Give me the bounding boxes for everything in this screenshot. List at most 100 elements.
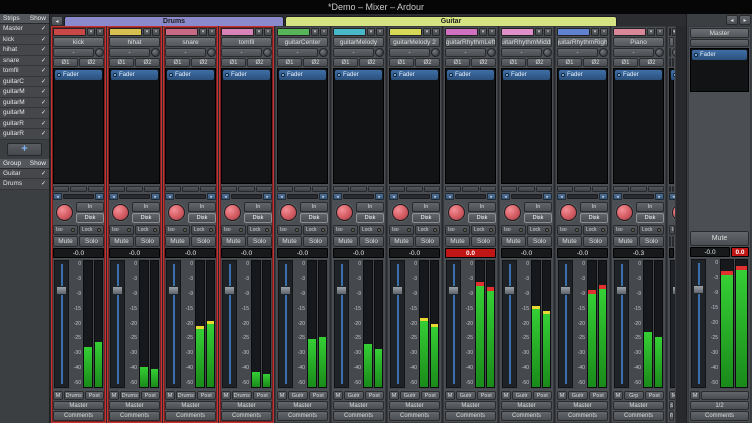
- solo-button[interactable]: Solo: [672, 236, 674, 247]
- sidebar-strip-row[interactable]: tomfil✓: [0, 66, 49, 77]
- fader-processor[interactable]: Fader: [559, 70, 606, 80]
- strip-name-button[interactable]: hihat: [109, 37, 160, 47]
- visibility-check[interactable]: ✓: [41, 46, 46, 53]
- fader-handle[interactable]: [112, 286, 123, 295]
- strip-menu-icon[interactable]: ▾: [143, 28, 151, 36]
- solo-isolate-button[interactable]: Iso: [613, 225, 638, 235]
- group-button[interactable]: Guitr: [344, 391, 364, 400]
- monitor-input-button[interactable]: In: [300, 202, 328, 212]
- master-gain-display[interactable]: -0.0: [690, 247, 730, 257]
- comments-button[interactable]: Comments: [445, 411, 496, 421]
- pan-left-button[interactable]: ◂: [613, 193, 622, 200]
- pan-track[interactable]: [287, 194, 318, 199]
- strip-name-button[interactable]: [669, 37, 674, 47]
- solo-lock-button[interactable]: Lock: [639, 225, 664, 235]
- mute-button[interactable]: Mute: [53, 236, 78, 247]
- pan-right-button[interactable]: ▸: [655, 193, 664, 200]
- pan-left-button[interactable]: ◂: [333, 193, 342, 200]
- strip-menu-icon[interactable]: ▾: [423, 28, 431, 36]
- metering-point-button[interactable]: Post: [253, 391, 273, 400]
- gain-display[interactable]: [669, 248, 674, 258]
- gain-fader[interactable]: [278, 260, 293, 388]
- midi-button[interactable]: M: [669, 391, 676, 400]
- input-button[interactable]: -: [389, 48, 430, 57]
- metering-point-button[interactable]: Post: [197, 391, 217, 400]
- routing-segment[interactable]: [294, 186, 310, 192]
- fader-handle[interactable]: [280, 286, 291, 295]
- strip-menu-icon[interactable]: ▾: [255, 28, 263, 36]
- sidebar-group-row[interactable]: Guitar✓: [0, 169, 49, 180]
- metering-point-button[interactable]: Post: [141, 391, 161, 400]
- output-button[interactable]: Master: [669, 401, 674, 410]
- input-button[interactable]: -: [333, 48, 374, 57]
- processor-box[interactable]: Fader: [613, 68, 664, 184]
- midi-button[interactable]: M: [221, 391, 231, 400]
- polarity-2-button[interactable]: Ø2: [583, 58, 608, 67]
- processor-box[interactable]: Fader: [557, 68, 608, 184]
- solo-button[interactable]: Solo: [415, 236, 440, 247]
- polarity-1-button[interactable]: Ø1: [501, 58, 526, 67]
- fader-processor[interactable]: Fader: [335, 70, 382, 80]
- strip-menu-icon[interactable]: ▾: [479, 28, 487, 36]
- pan-right-button[interactable]: ▸: [375, 193, 384, 200]
- midi-button[interactable]: M: [557, 391, 567, 400]
- strip-close-icon[interactable]: ×: [544, 28, 552, 36]
- pan-right-button[interactable]: ▸: [431, 193, 440, 200]
- solo-isolate-button[interactable]: Iso: [109, 225, 134, 235]
- input-button[interactable]: -: [557, 48, 598, 57]
- strip-close-icon[interactable]: ×: [600, 28, 608, 36]
- record-arm-button[interactable]: [504, 204, 521, 221]
- strip-name-button[interactable]: guitarMelody 2: [389, 37, 440, 47]
- record-arm-button[interactable]: [56, 204, 73, 221]
- routing-segment[interactable]: [88, 186, 104, 192]
- solo-lock-button[interactable]: Lock: [135, 225, 160, 235]
- routing-segment[interactable]: [389, 186, 405, 192]
- strip-close-icon[interactable]: ×: [488, 28, 496, 36]
- processor-box[interactable]: Fader: [109, 68, 160, 184]
- group-button[interactable]: Guitr: [512, 391, 532, 400]
- routing-segment[interactable]: [368, 186, 384, 192]
- comments-button[interactable]: Comments: [221, 411, 272, 421]
- strip-name-button[interactable]: kick: [53, 37, 104, 47]
- solo-lock-button[interactable]: Lock: [247, 225, 272, 235]
- group-button[interactable]: Guitr: [568, 391, 588, 400]
- solo-button[interactable]: Solo: [471, 236, 496, 247]
- record-arm-button[interactable]: [224, 204, 241, 221]
- gain-fader[interactable]: [614, 260, 629, 388]
- routing-segment[interactable]: [536, 186, 552, 192]
- gain-display[interactable]: -0.0: [53, 248, 104, 258]
- visibility-check[interactable]: ✓: [41, 88, 46, 95]
- group-button[interactable]: Drums: [120, 391, 140, 400]
- solo-isolate-button[interactable]: Iso: [557, 225, 582, 235]
- comments-button[interactable]: Comments: [669, 411, 674, 421]
- output-button[interactable]: Master: [613, 401, 664, 410]
- gain-fader[interactable]: [390, 260, 405, 388]
- monitor-input-button[interactable]: In: [244, 202, 272, 212]
- routing-segment[interactable]: [613, 186, 629, 192]
- record-arm-button[interactable]: [560, 204, 577, 221]
- monitor-input-button[interactable]: In: [132, 202, 160, 212]
- strip-color-bar[interactable]: [613, 28, 646, 36]
- polarity-1-button[interactable]: Ø1: [277, 58, 302, 67]
- solo-lock-button[interactable]: Lock: [471, 225, 496, 235]
- pan-right-button[interactable]: ▸: [319, 193, 328, 200]
- solo-button[interactable]: Solo: [583, 236, 608, 247]
- solo-isolate-button[interactable]: Iso: [165, 225, 190, 235]
- midi-button[interactable]: M: [445, 391, 455, 400]
- pan-left-button[interactable]: ◂: [277, 193, 286, 200]
- trim-knob[interactable]: [655, 48, 664, 57]
- routing-segment[interactable]: [200, 186, 216, 192]
- sidebar-strip-row[interactable]: snare✓: [0, 56, 49, 67]
- strip-color-bar[interactable]: [669, 28, 671, 36]
- sidebar-strip-row[interactable]: guitarM✓: [0, 87, 49, 98]
- trim-knob[interactable]: [207, 48, 216, 57]
- strip-name-button[interactable]: guitarCenter: [277, 37, 328, 47]
- routing-segment[interactable]: [70, 186, 86, 192]
- monitor-input-button[interactable]: In: [412, 202, 440, 212]
- mute-button[interactable]: Mute: [669, 236, 671, 247]
- strip-name-button[interactable]: tomfil: [221, 37, 272, 47]
- fader-processor[interactable]: Fader: [167, 70, 214, 80]
- metering-point-button[interactable]: Post: [589, 391, 609, 400]
- monitor-disk-button[interactable]: Disk: [412, 213, 440, 223]
- metering-point-button[interactable]: Post: [533, 391, 553, 400]
